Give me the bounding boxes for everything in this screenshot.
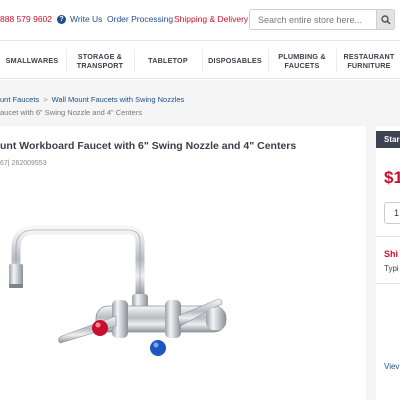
nav-item-smallwares[interactable]: SMALLWARES	[0, 41, 64, 80]
nav-divider	[134, 49, 135, 72]
search-icon	[380, 14, 391, 25]
purchase-panel-header: Star	[376, 131, 400, 148]
nav-divider	[66, 49, 67, 72]
search-button[interactable]	[376, 9, 395, 30]
nav-item-restaurant-furniture[interactable]: RESTAURANT FURNITURE	[338, 41, 400, 80]
breadcrumb: unt Faucets > Wall Mount Faucets with Sw…	[0, 95, 184, 104]
top-utility-bar: 888 579 9602 ? Write Us Order Processing…	[0, 0, 400, 38]
phone-number-link[interactable]: 888 579 9602	[0, 14, 52, 24]
shipping-text: Typi	[384, 264, 399, 273]
write-us-link[interactable]: ? Write Us	[57, 14, 102, 24]
shipping-delivery-link[interactable]: Shipping & Delivery	[174, 14, 248, 24]
nav-item-disposables[interactable]: DISPOSABLES	[204, 41, 266, 80]
view-link[interactable]: Viev	[384, 362, 399, 371]
product-title: unt Workboard Faucet with 6" Swing Nozzl…	[0, 140, 297, 152]
nav-divider	[336, 49, 337, 72]
shipping-heading: Shi	[384, 249, 399, 259]
nav-divider	[202, 49, 203, 72]
nav-divider	[268, 49, 269, 72]
breadcrumb-swing-nozzles[interactable]: Wall Mount Faucets with Swing Nozzles	[52, 95, 185, 104]
breadcrumb-current-page: aucet with 6" Swing Nozzle and 4" Center…	[0, 108, 143, 117]
faucet-product-image[interactable]	[0, 208, 250, 368]
nav-item-plumbing-faucets[interactable]: PLUMBING & FAUCETS	[270, 41, 334, 80]
main-navigation: SMALLWARES STORAGE & TRANSPORT TABLETOP …	[0, 40, 400, 79]
search-input[interactable]	[249, 9, 376, 30]
nav-item-tabletop[interactable]: TABLETOP	[136, 41, 200, 80]
hot-indicator-icon	[92, 320, 108, 336]
product-price: $1	[384, 168, 400, 187]
panel-divider	[376, 283, 400, 284]
write-us-label: Write Us	[70, 14, 103, 24]
question-icon: ?	[57, 14, 66, 24]
nav-item-storage-transport[interactable]: STORAGE & TRANSPORT	[68, 41, 132, 80]
cold-indicator-icon	[150, 340, 166, 356]
breadcrumb-wall-mount-faucets[interactable]: unt Faucets	[0, 95, 39, 104]
quantity-input[interactable]: 1	[384, 202, 400, 224]
panel-divider	[376, 236, 400, 237]
order-processing-link[interactable]: Order Processing	[107, 14, 173, 24]
product-sku: 67| 262009553	[0, 160, 47, 167]
breadcrumb-separator: >	[43, 95, 48, 104]
